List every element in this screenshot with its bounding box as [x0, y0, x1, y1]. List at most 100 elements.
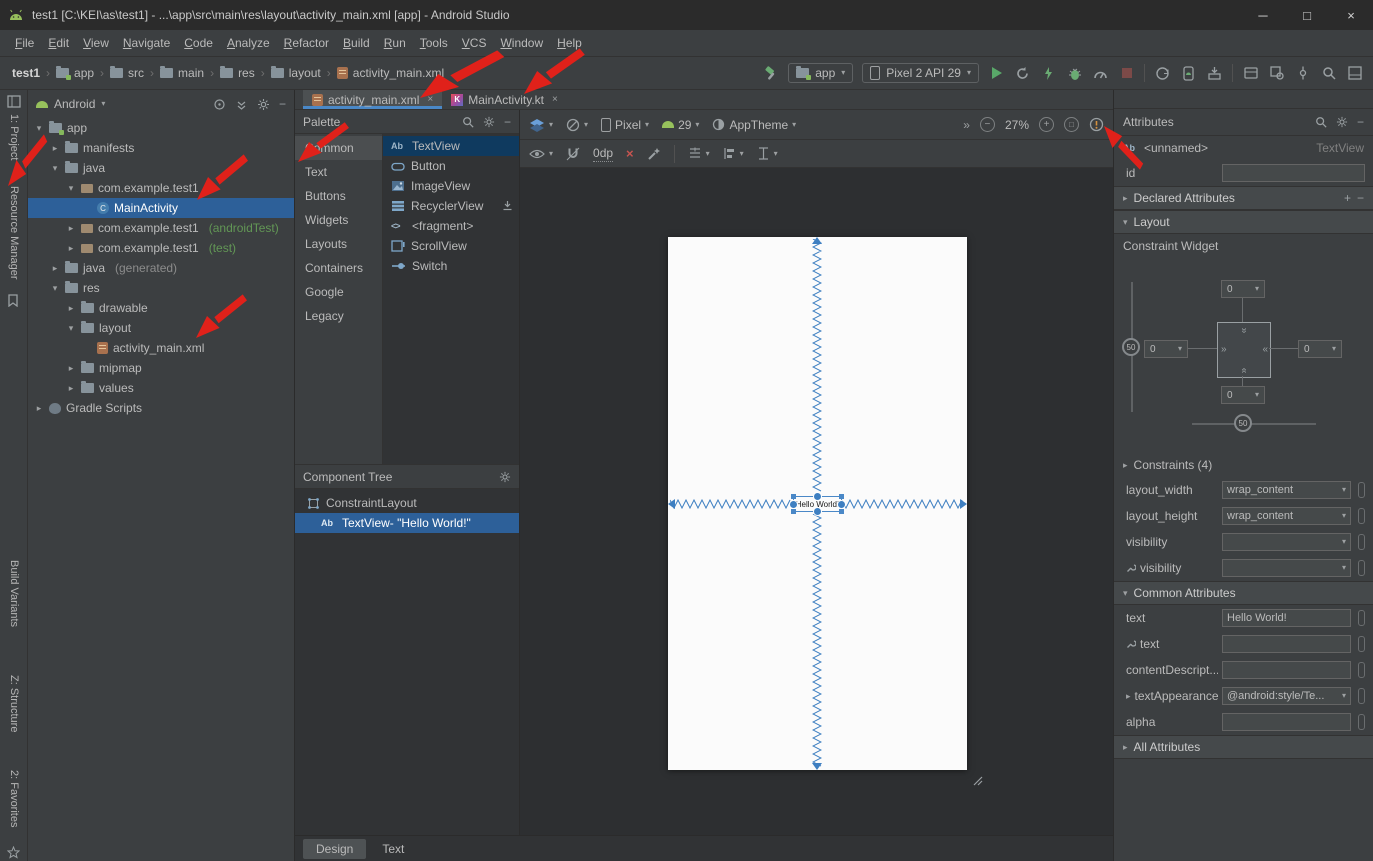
stripe-favorites[interactable]: 2: Favorites — [8, 770, 20, 827]
menu-run[interactable]: Run — [377, 34, 413, 52]
run-configuration-dropdown[interactable]: app▾ — [788, 63, 853, 83]
palette-category-common[interactable]: Common — [295, 136, 382, 160]
avd-manager-icon[interactable] — [1180, 65, 1197, 82]
design-surface-selector[interactable]: ▾ — [529, 118, 553, 132]
pick-resource-button[interactable] — [1358, 508, 1365, 524]
pick-resource-button[interactable] — [1358, 636, 1365, 652]
pick-resource-button[interactable] — [1358, 662, 1365, 678]
tree-item-activity-main-xml[interactable]: activity_main.xml — [28, 338, 294, 358]
stripe-structure[interactable]: Z: Structure — [8, 675, 20, 732]
tab-text[interactable]: Text — [369, 839, 417, 859]
gear-icon[interactable] — [483, 116, 495, 128]
section-declared-attributes[interactable]: ▸ Declared Attributes + − — [1114, 186, 1373, 210]
zoom-out-button[interactable]: − — [980, 117, 995, 132]
menu-window[interactable]: Window — [493, 34, 550, 52]
close-button[interactable]: × — [1329, 0, 1373, 30]
pick-resource-button[interactable] — [1358, 714, 1365, 730]
resize-handle[interactable] — [791, 509, 796, 514]
section-constraints[interactable]: ▸ Constraints (4) — [1114, 453, 1373, 477]
constraint-handle-bottom[interactable] — [813, 507, 822, 516]
menu-vcs[interactable]: VCS — [455, 34, 494, 52]
commit-icon[interactable] — [1294, 65, 1311, 82]
stripe-project[interactable]: 1: Project — [8, 114, 20, 160]
text-input[interactable] — [1222, 609, 1351, 627]
tree-item-package-test[interactable]: ▸com.example.test1(test) — [28, 238, 294, 258]
orientation-selector[interactable]: ▾ — [566, 118, 588, 132]
favorites-star-icon[interactable] — [7, 846, 20, 859]
pick-resource-button[interactable] — [1358, 560, 1365, 576]
gear-icon[interactable] — [257, 98, 270, 111]
margin-left-dropdown[interactable]: 0▾ — [1144, 340, 1188, 358]
palette-item-switch[interactable]: Switch — [383, 256, 519, 276]
section-layout[interactable]: ▾ Layout — [1114, 210, 1373, 234]
tree-item-package[interactable]: ▾com.example.test1 — [28, 178, 294, 198]
breadcrumb-file[interactable]: activity_main.xml — [335, 66, 446, 80]
palette-item-button[interactable]: Button — [383, 156, 519, 176]
pick-resource-button[interactable] — [1358, 610, 1365, 626]
menu-analyze[interactable]: Analyze — [220, 34, 277, 52]
vertical-bias-slider[interactable]: 50 — [1122, 338, 1140, 356]
tree-item-java-generated[interactable]: ▸java(generated) — [28, 258, 294, 278]
tab-mainactivity-kt[interactable]: K MainActivity.kt × — [442, 90, 567, 109]
id-input[interactable] — [1222, 164, 1365, 182]
margin-right-dropdown[interactable]: 0▾ — [1298, 340, 1342, 358]
constraint-handle-right[interactable] — [837, 500, 846, 509]
palette-item-imageview[interactable]: ImageView — [383, 176, 519, 196]
toolbar-overflow-chevron[interactable]: » — [963, 118, 970, 132]
profile-icon[interactable] — [1092, 65, 1109, 82]
horizontal-bias-track[interactable] — [1192, 423, 1316, 425]
pick-resource-button[interactable] — [1358, 482, 1365, 498]
menu-code[interactable]: Code — [177, 34, 220, 52]
component-tree-item-constraintlayout[interactable]: ConstraintLayout — [295, 493, 519, 513]
maximize-button[interactable]: □ — [1285, 0, 1329, 30]
alpha-input[interactable] — [1222, 713, 1351, 731]
search-everywhere-icon[interactable] — [1320, 65, 1337, 82]
apply-changes-icon[interactable] — [1014, 65, 1031, 82]
canvas-resize-handle[interactable] — [971, 774, 983, 786]
tree-item-values[interactable]: ▸values — [28, 378, 294, 398]
palette-category-legacy[interactable]: Legacy — [295, 304, 382, 328]
pick-resource-button[interactable] — [1358, 688, 1365, 704]
palette-item-textview[interactable]: AbTextView — [383, 136, 519, 156]
close-icon[interactable]: × — [552, 94, 558, 105]
layout-inspector-icon[interactable] — [1268, 65, 1285, 82]
stop-button[interactable] — [1118, 65, 1135, 82]
gear-icon[interactable] — [1336, 116, 1348, 128]
breadcrumb-layout[interactable]: layout — [269, 66, 323, 80]
palette-category-containers[interactable]: Containers — [295, 256, 382, 280]
device-dropdown[interactable]: Pixel ▾ — [601, 118, 649, 132]
layout-height-dropdown[interactable]: wrap_content▾ — [1222, 507, 1351, 525]
run-button[interactable] — [988, 65, 1005, 82]
tree-item-package-androidtest[interactable]: ▸com.example.test1(androidTest) — [28, 218, 294, 238]
horizontal-bias-slider[interactable]: 50 — [1234, 414, 1252, 432]
resize-handle[interactable] — [839, 509, 844, 514]
constraint-handle-top[interactable] — [813, 492, 822, 501]
project-toolwindow-icon[interactable] — [7, 95, 21, 108]
constraint-widget-box[interactable]: » « » « — [1217, 322, 1271, 378]
visibility-dropdown[interactable]: ▾ — [1222, 533, 1351, 551]
device-selector-dropdown[interactable]: Pixel 2 API 29▾ — [862, 63, 979, 83]
palette-item-fragment[interactable]: <><fragment> — [383, 216, 519, 236]
hide-panel-icon[interactable]: − — [1357, 115, 1364, 129]
hide-panel-icon[interactable]: − — [279, 97, 286, 111]
menu-help[interactable]: Help — [550, 34, 589, 52]
menu-build[interactable]: Build — [336, 34, 377, 52]
build-hammer-icon[interactable] — [762, 65, 779, 82]
menu-view[interactable]: View — [76, 34, 116, 52]
zoom-in-button[interactable]: + — [1039, 117, 1054, 132]
align-dropdown[interactable]: ▾ — [723, 147, 744, 160]
guidelines-dropdown[interactable]: ▾ — [688, 147, 710, 160]
menu-edit[interactable]: Edit — [41, 34, 76, 52]
palette-item-recyclerview[interactable]: RecyclerView — [383, 196, 519, 216]
menu-tools[interactable]: Tools — [413, 34, 455, 52]
download-icon[interactable] — [502, 200, 513, 211]
tree-item-mainactivity[interactable]: CMainActivity — [28, 198, 294, 218]
theme-dropdown[interactable]: AppTheme ▾ — [712, 118, 796, 132]
clear-constraints-button[interactable]: × — [626, 146, 634, 161]
menu-file[interactable]: File — [8, 34, 41, 52]
project-view-selector[interactable]: Android — [54, 97, 95, 111]
section-common-attributes[interactable]: ▾ Common Attributes — [1114, 581, 1373, 605]
autoconnect-toggle[interactable] — [566, 147, 580, 161]
resize-handle[interactable] — [839, 494, 844, 499]
text-appearance-dropdown[interactable]: @android:style/Te...▾ — [1222, 687, 1351, 705]
